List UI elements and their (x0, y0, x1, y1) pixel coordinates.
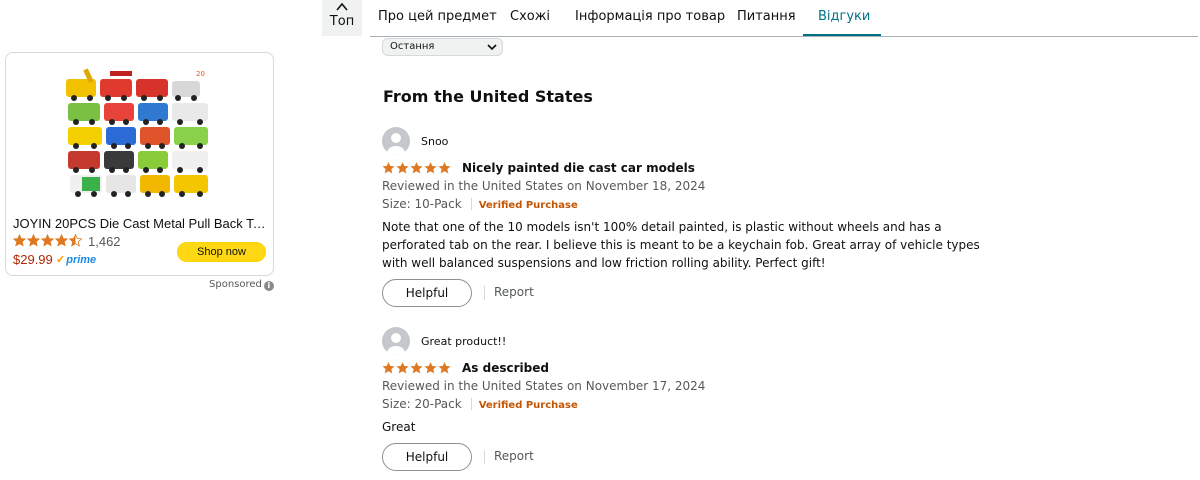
helpful-button[interactable]: Helpful (382, 279, 472, 307)
review-body: Note that one of the 10 models isn't 100… (382, 220, 980, 270)
reviewer-name[interactable]: Great product!! (421, 335, 506, 348)
review-meta: Size: 20-Pack Verified Purchase (382, 397, 578, 411)
report-divider (484, 286, 485, 300)
shop-now-button[interactable]: Shop now (177, 242, 266, 262)
review-item: Snoo Nicely painted die cast car models … (382, 127, 1002, 307)
helpful-button[interactable]: Helpful (382, 443, 472, 471)
review-meta: Size: 10-Pack Verified Purchase (382, 197, 578, 211)
sponsored-text: Sponsored (209, 279, 262, 290)
prime-check-icon: ✓ (56, 254, 66, 266)
tab-similar[interactable]: Схожі (510, 0, 550, 36)
meta-divider (470, 398, 472, 410)
review-rating-stars[interactable] (382, 161, 454, 175)
ad-price: $29.99 (13, 252, 53, 267)
review-size[interactable]: Size: 20-Pack (382, 397, 462, 411)
report-link[interactable]: Report (494, 285, 534, 299)
verified-purchase-badge: Verified Purchase (478, 400, 578, 411)
review-date: Reviewed in the United States on Novembe… (382, 379, 706, 393)
tab-about-item[interactable]: Про цей предмет (378, 0, 497, 36)
tab-questions[interactable]: Питання (737, 0, 796, 36)
image-badge: 20 (196, 70, 205, 78)
review-item: Great product!! As described Reviewed in… (382, 327, 1002, 477)
chevron-down-icon (487, 44, 497, 51)
reviewer-name[interactable]: Snoo (421, 135, 448, 148)
prime-label: prime (66, 254, 97, 266)
sponsored-label[interactable]: Sponsored i (209, 279, 274, 291)
review-title[interactable]: Nicely painted die cast car models (462, 161, 695, 175)
product-image[interactable]: 20 (62, 65, 222, 219)
chevron-up-icon (336, 2, 348, 11)
review-date: Reviewed in the United States on Novembe… (382, 179, 706, 193)
review-body: Great (382, 420, 416, 434)
back-to-top-label: Топ (329, 14, 355, 29)
sponsored-ad-card[interactable]: 20 JOYIN 20PCS Die Cast Metal Pull Back … (5, 52, 274, 276)
tab-reviews[interactable]: Відгуки (818, 0, 870, 36)
ad-product-title[interactable]: JOYIN 20PCS Die Cast Metal Pull Back Toy… (13, 216, 271, 231)
back-to-top-button[interactable]: Топ (322, 0, 362, 36)
verified-purchase-badge: Verified Purchase (478, 200, 578, 211)
ad-rating-stars (13, 234, 82, 247)
review-title[interactable]: As described (462, 361, 549, 375)
prime-badge: ✓prime (56, 253, 96, 266)
reviews-region-heading: From the United States (383, 87, 593, 106)
ad-rating-count[interactable]: 1,462 (88, 234, 121, 249)
sort-selected-value: Остання (390, 41, 435, 52)
report-divider (484, 450, 485, 464)
meta-divider (470, 198, 472, 210)
avatar-icon[interactable] (382, 127, 410, 155)
review-rating-stars[interactable] (382, 361, 454, 375)
sort-dropdown[interactable]: Остання (382, 38, 503, 56)
avatar-icon[interactable] (382, 327, 410, 355)
info-icon[interactable]: i (263, 281, 274, 291)
tab-bar-divider (370, 36, 1198, 37)
section-nav-bar: Топ Про цей предмет Схожі Інформація про… (0, 0, 1200, 38)
tab-product-info[interactable]: Інформація про товар (575, 0, 725, 36)
review-size[interactable]: Size: 10-Pack (382, 197, 462, 211)
report-link[interactable]: Report (494, 449, 534, 463)
